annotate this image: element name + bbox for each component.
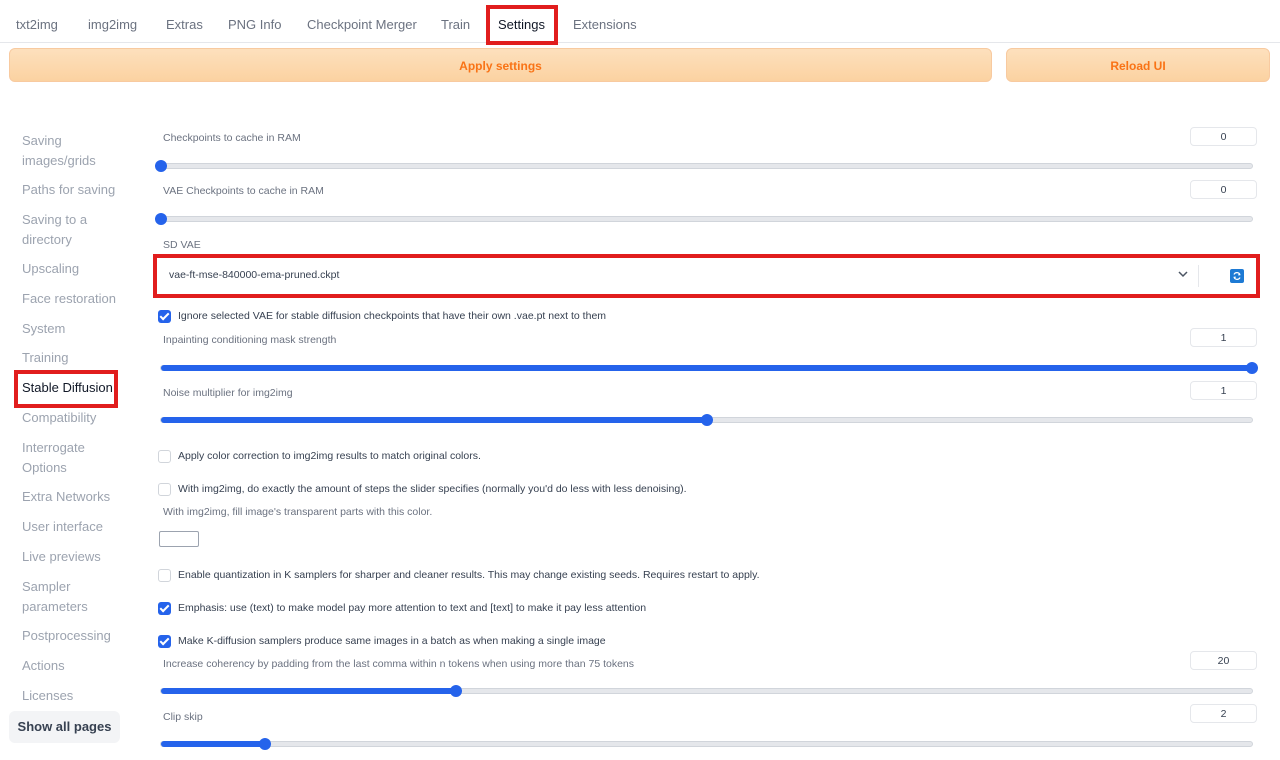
sidebar-item-paths-for-saving[interactable]: Paths for saving — [22, 180, 122, 200]
vae-cache-label: VAE Checkpoints to cache in RAM — [163, 185, 324, 197]
sidebar-item-actions[interactable]: Actions — [22, 656, 122, 676]
slider-thumb[interactable] — [155, 213, 167, 225]
ckpt-cache-slider[interactable] — [155, 160, 1253, 172]
sidebar-item-stable-diffusion[interactable]: Stable Diffusion — [22, 378, 122, 398]
ignore-vae-checkbox[interactable] — [158, 310, 171, 323]
tab-settings[interactable]: Settings — [498, 0, 545, 42]
sd-vae-label: SD VAE — [163, 239, 201, 251]
sidebar-item-live-previews[interactable]: Live previews — [22, 547, 122, 567]
ignore-vae-label: Ignore selected VAE for stable diffusion… — [178, 310, 607, 322]
sidebar-item-licenses[interactable]: Licenses — [22, 686, 122, 706]
color-correction-label: Apply color correction to img2img result… — [178, 450, 481, 462]
emphasis-label: Emphasis: use (text) to make model pay m… — [178, 602, 647, 614]
slider-thumb[interactable] — [449, 685, 462, 697]
inpaint-mask-slider[interactable] — [160, 362, 1258, 374]
inpaint-mask-number[interactable]: 1 — [1190, 328, 1257, 347]
quantization-checkbox[interactable] — [158, 569, 171, 582]
clip-skip-label: Clip skip — [163, 711, 203, 723]
clip-skip-slider[interactable] — [160, 738, 1253, 750]
comma-padding-slider[interactable] — [160, 685, 1253, 697]
refresh-icon[interactable] — [1230, 269, 1244, 283]
noise-mult-slider[interactable] — [160, 414, 1253, 426]
slider-thumb[interactable] — [1246, 362, 1258, 374]
tab-checkpoint-merger[interactable]: Checkpoint Merger — [307, 0, 417, 42]
sidebar-item-extra-networks[interactable]: Extra Networks — [22, 487, 122, 507]
slider-fill — [161, 688, 456, 694]
sidebar-item-user-interface[interactable]: User interface — [22, 517, 122, 537]
sidebar-item-saving-images[interactable]: Saving images/grids — [22, 131, 122, 171]
ckpt-cache-label: Checkpoints to cache in RAM — [163, 132, 301, 144]
tab-png-info[interactable]: PNG Info — [228, 0, 281, 42]
slider-thumb[interactable] — [258, 738, 271, 750]
tab-txt2img[interactable]: txt2img — [16, 0, 58, 42]
sidebar-item-saving-to-directory[interactable]: Saving to a directory — [22, 210, 122, 250]
slider-fill — [161, 417, 707, 423]
color-correction-checkbox[interactable] — [158, 450, 171, 463]
sidebar-item-compatibility[interactable]: Compatibility — [22, 408, 122, 428]
tab-extensions[interactable]: Extensions — [573, 0, 637, 42]
quantization-label: Enable quantization in K samplers for sh… — [178, 569, 760, 581]
emphasis-checkbox[interactable] — [158, 602, 171, 615]
fill-color-label: With img2img, fill image's transparent p… — [163, 506, 433, 518]
tab-train[interactable]: Train — [441, 0, 470, 42]
vae-cache-slider[interactable] — [155, 213, 1253, 225]
clip-skip-number[interactable]: 2 — [1190, 704, 1257, 723]
tab-bar: txt2img img2img Extras PNG Info Checkpoi… — [0, 0, 1280, 43]
slider-fill — [161, 365, 1252, 371]
k-diffusion-batch-checkbox[interactable] — [158, 635, 171, 648]
sd-vae-dropdown[interactable]: vae-ft-mse-840000-ema-pruned.ckpt — [158, 261, 1255, 291]
reload-ui-button[interactable]: Reload UI — [1006, 48, 1270, 82]
inpaint-mask-label: Inpainting conditioning mask strength — [163, 334, 337, 346]
exact-steps-label: With img2img, do exactly the amount of s… — [178, 483, 687, 495]
slider-thumb[interactable] — [700, 414, 713, 426]
sidebar-item-system[interactable]: System — [22, 319, 122, 339]
sidebar-item-sampler-parameters[interactable]: Sampler parameters — [22, 577, 122, 617]
apply-settings-button[interactable]: Apply settings — [9, 48, 992, 82]
slider-thumb[interactable] — [155, 160, 167, 172]
tab-img2img[interactable]: img2img — [88, 0, 137, 42]
sidebar-item-postprocessing[interactable]: Postprocessing — [22, 626, 122, 646]
sidebar-item-interrogate-options[interactable]: Interrogate Options — [22, 438, 122, 478]
sd-vae-selected: vae-ft-mse-840000-ema-pruned.ckpt — [169, 269, 340, 281]
sidebar-item-upscaling[interactable]: Upscaling — [22, 259, 122, 279]
sidebar-item-face-restoration[interactable]: Face restoration — [22, 289, 122, 309]
sidebar-item-training[interactable]: Training — [22, 348, 122, 368]
k-diffusion-batch-label: Make K-diffusion samplers produce same i… — [178, 635, 606, 647]
noise-mult-label: Noise multiplier for img2img — [163, 387, 293, 399]
ckpt-cache-number[interactable]: 0 — [1190, 127, 1257, 146]
vae-cache-number[interactable]: 0 — [1190, 180, 1257, 199]
exact-steps-checkbox[interactable] — [158, 483, 171, 496]
show-all-pages-button[interactable]: Show all pages — [9, 711, 120, 743]
dropdown-divider — [1198, 265, 1199, 287]
comma-padding-number[interactable]: 20 — [1190, 651, 1257, 670]
comma-padding-label: Increase coherency by padding from the l… — [163, 658, 635, 670]
fill-color-picker[interactable] — [159, 531, 199, 547]
slider-fill — [161, 741, 265, 747]
tab-extras[interactable]: Extras — [166, 0, 203, 42]
noise-mult-number[interactable]: 1 — [1190, 381, 1257, 400]
chevron-down-icon — [1178, 271, 1188, 278]
